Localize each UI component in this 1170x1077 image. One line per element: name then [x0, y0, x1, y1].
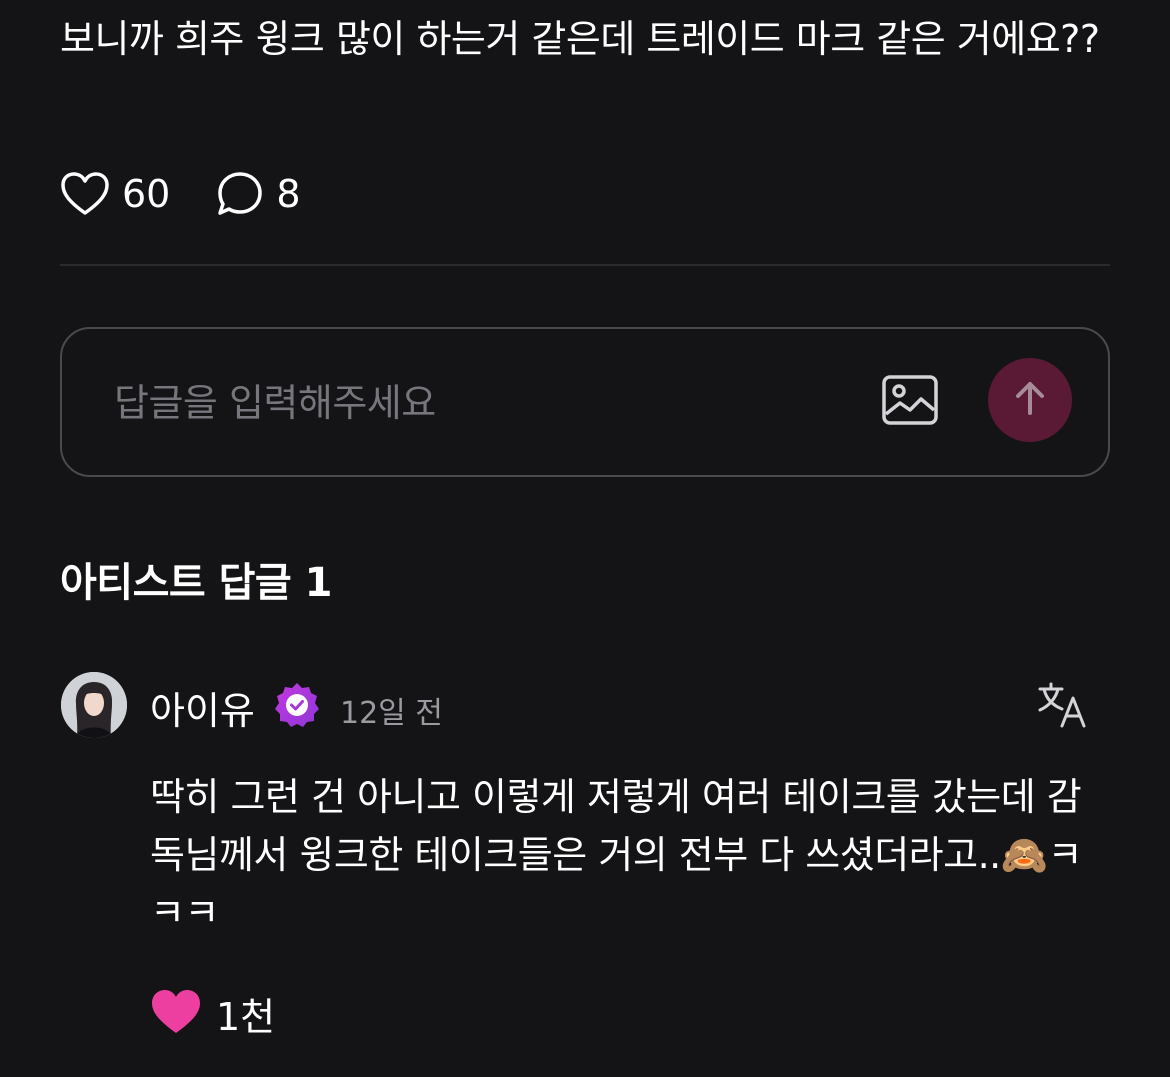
attach-image-button[interactable]: [880, 373, 940, 429]
post-comment-button[interactable]: 8: [216, 170, 301, 218]
arrow-up-icon: [1010, 378, 1050, 422]
post-like-count: 60: [122, 172, 171, 216]
comment-timestamp: 12일 전: [340, 696, 443, 731]
reply-input-box[interactable]: 답글을 입력해주세요: [60, 327, 1110, 477]
reply-input-placeholder[interactable]: 답글을 입력해주세요: [114, 372, 436, 427]
comment-like-button[interactable]: 1천: [150, 986, 275, 1041]
heart-filled-icon: [150, 988, 202, 1040]
comment-like-count: 1천: [216, 995, 276, 1039]
speech-bubble-icon: [216, 170, 264, 218]
verified-badge-icon: [272, 680, 322, 730]
avatar[interactable]: [61, 672, 127, 738]
heart-outline-icon: [60, 171, 110, 217]
post-stats: 60 8: [60, 166, 347, 222]
post-like-button[interactable]: 60: [60, 171, 170, 217]
comment-text: 딱히 그런 건 아니고 이렇게 저렇게 여러 테이크를 갔는데 감독님께서 윙크…: [150, 775, 1083, 935]
artist-replies-title: 아티스트 답글 1: [60, 560, 332, 606]
comment-author-name[interactable]: 아이유: [150, 680, 255, 735]
send-button[interactable]: [988, 358, 1072, 442]
divider: [60, 264, 1110, 266]
post-comment-count: 8: [276, 172, 301, 216]
translate-icon: [1036, 682, 1090, 734]
post-text: 보니까 희주 윙크 많이 하는거 같은데 트레이드 마크 같은 거에요??: [60, 17, 1100, 61]
image-icon: [880, 375, 940, 433]
translate-button[interactable]: [1036, 680, 1090, 730]
